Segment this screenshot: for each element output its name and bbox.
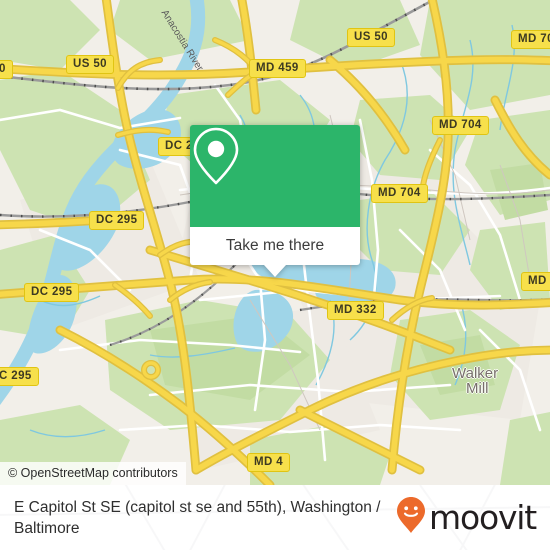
- location-caption: E Capitol St SE (capitol st se and 55th)…: [14, 498, 381, 537]
- road-shield-md21-clipped[interactable]: MD 21: [521, 272, 550, 291]
- road-shield-dc295-bottom[interactable]: C 295: [0, 367, 39, 386]
- moovit-smiley-pin-icon: [396, 496, 426, 539]
- road-shield-left-edge[interactable]: 0: [0, 60, 13, 79]
- moovit-logo[interactable]: moovit: [396, 496, 537, 539]
- road-shield-dc295-mid[interactable]: DC 295: [89, 211, 145, 230]
- place-label-mill: Mill: [466, 380, 489, 397]
- road-shield-us50-west[interactable]: US 50: [66, 55, 114, 74]
- take-me-there-button[interactable]: Take me there: [190, 227, 360, 265]
- road-shield-md70-clipped[interactable]: MD 70: [511, 30, 550, 49]
- moovit-wordmark: moovit: [429, 498, 537, 537]
- location-callout-card[interactable]: Take me there: [190, 125, 360, 277]
- road-shield-us50-east[interactable]: US 50: [347, 28, 395, 47]
- road-shield-md704-north[interactable]: MD 704: [432, 116, 489, 135]
- road-shield-md704-south[interactable]: MD 704: [371, 184, 428, 203]
- moovit-map-screenshot: Anacostia River Walker Mill 0 US 50 US 5…: [0, 0, 550, 550]
- road-shield-md332[interactable]: MD 332: [327, 301, 384, 320]
- callout-marker-area: [190, 125, 360, 227]
- map-canvas[interactable]: Anacostia River Walker Mill 0 US 50 US 5…: [0, 0, 550, 485]
- footer-bar: E Capitol St SE (capitol st se and 55th)…: [0, 485, 550, 550]
- road-shield-md4[interactable]: MD 4: [247, 453, 291, 472]
- road-shield-dc295-lower[interactable]: DC 295: [24, 283, 80, 302]
- osm-attribution[interactable]: © OpenStreetMap contributors: [0, 462, 186, 485]
- road-shield-md459[interactable]: MD 459: [249, 59, 306, 78]
- callout-tail: [264, 265, 286, 277]
